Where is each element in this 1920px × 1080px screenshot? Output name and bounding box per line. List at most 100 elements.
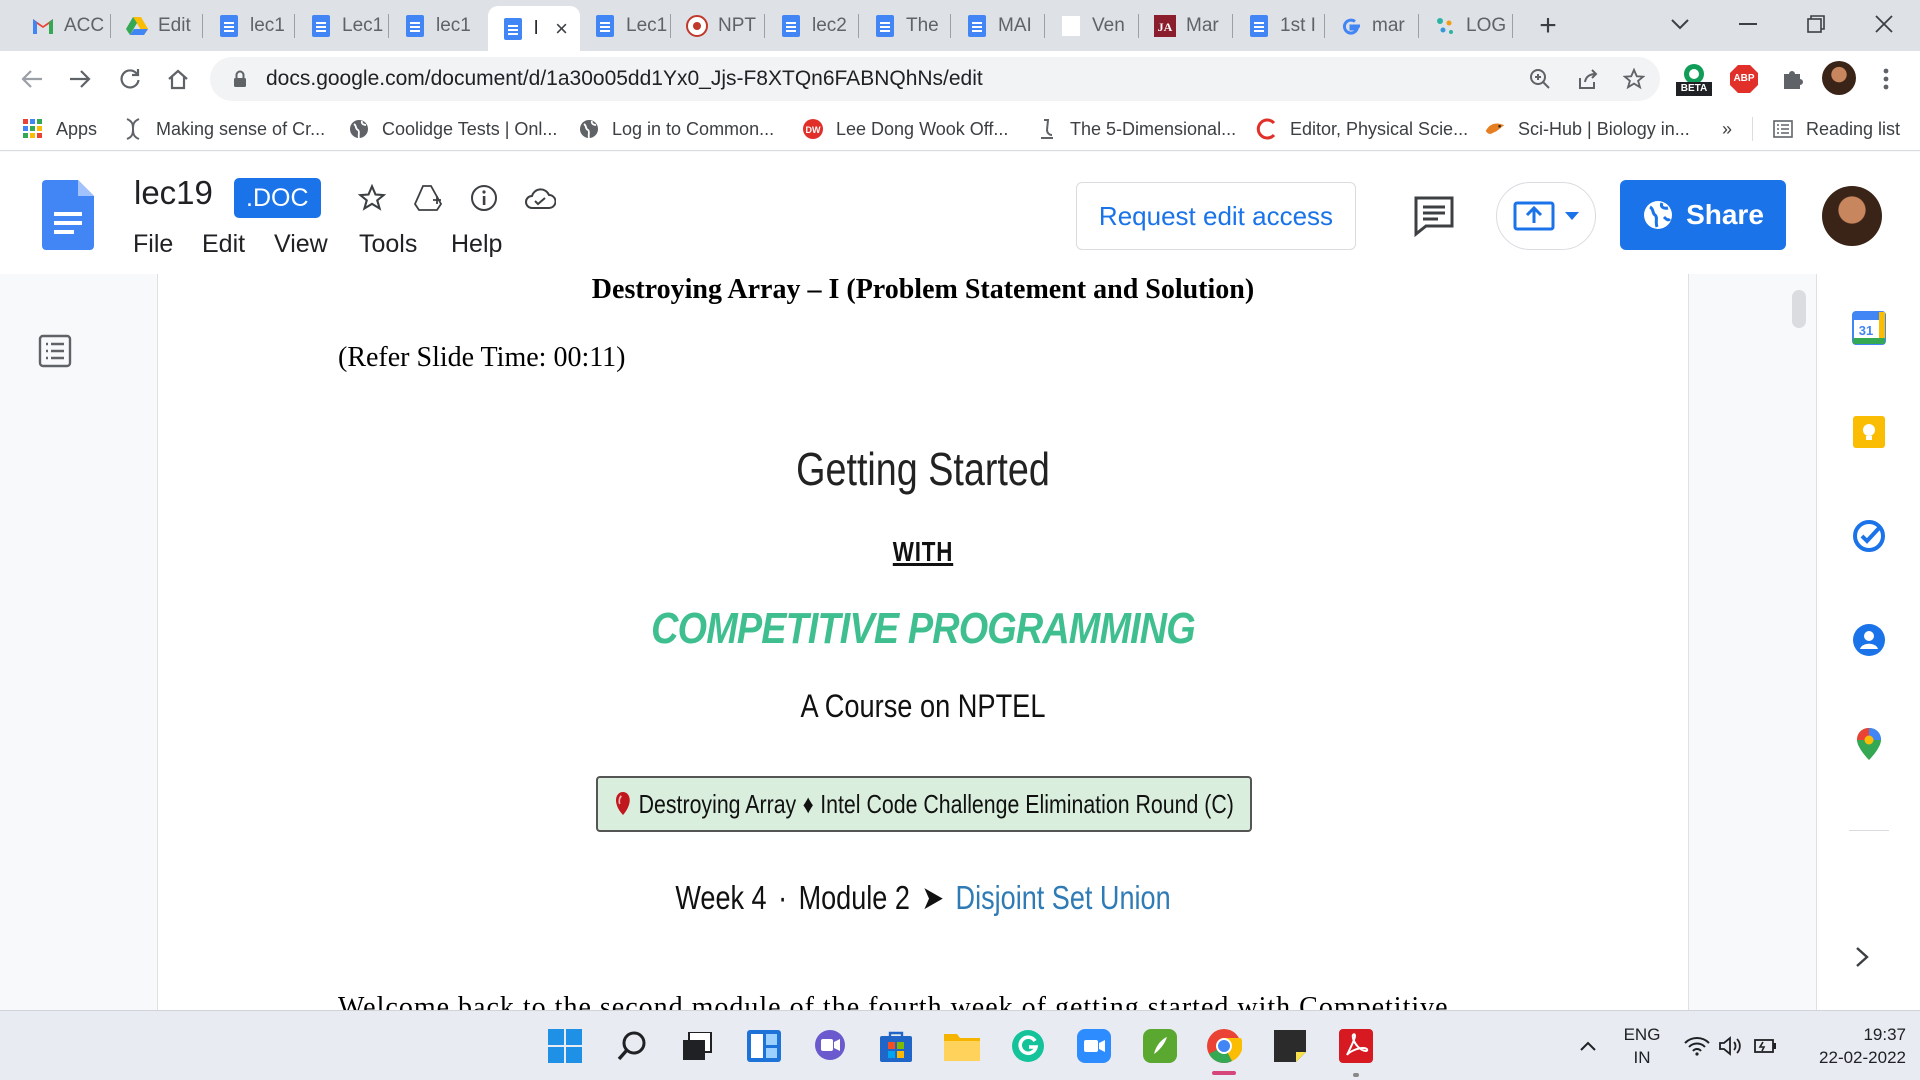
search-icon[interactable] [612, 1026, 652, 1066]
document-page[interactable]: Destroying Array – I (Problem Statement … [157, 274, 1689, 1010]
close-tab-icon[interactable]: × [555, 16, 568, 42]
bookmark-item[interactable]: Coolidge Tests | Onl... [348, 115, 557, 143]
browser-tab[interactable]: JA Mar [1140, 6, 1230, 45]
docs-icon [874, 14, 896, 37]
present-button[interactable] [1496, 182, 1596, 250]
bookmark-star-icon[interactable] [1620, 65, 1648, 93]
google-docs-logo-icon[interactable] [42, 180, 94, 250]
bookmark-item[interactable]: Editor, Physical Scie... [1256, 115, 1468, 143]
evernote-icon[interactable] [1140, 1026, 1180, 1066]
request-edit-access-button[interactable]: Request edit access [1076, 182, 1356, 250]
tab-separator [858, 14, 859, 38]
input-language-indicator[interactable]: ENG IN [1618, 1023, 1666, 1069]
browser-tab[interactable]: lec1 [204, 6, 292, 45]
adblock-extension-icon[interactable]: ABP [1726, 61, 1762, 97]
zoom-app-icon[interactable] [1074, 1026, 1114, 1066]
google-tasks-icon[interactable] [1851, 518, 1887, 554]
clock[interactable]: 19:37 22-02-2022 [1796, 1023, 1906, 1069]
bookmark-item[interactable]: Making sense of Cr... [122, 115, 325, 143]
bookmark-item[interactable]: Sci-Hub | Biology in... [1484, 115, 1690, 143]
tab-separator [950, 14, 951, 38]
document-title[interactable]: lec19 [134, 174, 213, 212]
reload-icon[interactable] [112, 61, 148, 97]
info-icon[interactable] [466, 180, 502, 216]
tab-active[interactable]: l × [488, 6, 580, 51]
browser-tab[interactable]: LOG [1420, 6, 1510, 45]
document-outline-icon[interactable] [38, 334, 72, 368]
share-page-icon[interactable] [1574, 65, 1602, 93]
browser-tab[interactable]: The [860, 6, 948, 45]
chrome-icon[interactable] [1204, 1026, 1244, 1066]
browser-tab-strip: + ACC Edit lec1 Lec1 lec1 l × Lec1 NPT lec2 The MAI… [0, 0, 1920, 51]
widgets-icon[interactable] [744, 1026, 784, 1066]
menu-edit[interactable]: Edit [202, 230, 245, 259]
browser-tab[interactable]: mar [1326, 6, 1416, 45]
file-explorer-icon[interactable] [942, 1026, 982, 1066]
back-arrow-icon[interactable] [14, 61, 50, 97]
browser-tab[interactable]: Lec1 [580, 6, 668, 45]
google-keep-icon[interactable] [1851, 414, 1887, 450]
windows-start-icon[interactable] [545, 1026, 585, 1066]
menu-file[interactable]: File [133, 230, 173, 259]
extensions-puzzle-icon[interactable] [1774, 61, 1810, 97]
wifi-icon[interactable] [1680, 1026, 1714, 1066]
home-icon[interactable] [160, 61, 196, 97]
restore-button[interactable] [1786, 6, 1846, 42]
bookmark-item[interactable]: Apps [22, 115, 97, 143]
google-maps-icon[interactable] [1851, 726, 1887, 762]
browser-tab[interactable]: lec1 [390, 6, 484, 45]
acrobat-reader-icon[interactable] [1336, 1026, 1376, 1066]
browser-tab[interactable]: Lec1 [296, 6, 386, 45]
browser-profile-avatar[interactable] [1822, 61, 1856, 95]
globe-icon [1644, 201, 1673, 229]
user-avatar[interactable] [1822, 186, 1882, 246]
address-bar[interactable]: docs.google.com/document/d/1a30o05dd1Yx0… [210, 57, 1660, 101]
browser-tab[interactable]: MAI [952, 6, 1042, 45]
task-view-icon[interactable] [678, 1026, 718, 1066]
browser-tab[interactable]: 1st I [1234, 6, 1322, 45]
comments-icon[interactable] [1412, 194, 1456, 238]
volume-icon[interactable] [1714, 1026, 1748, 1066]
reading-list-button[interactable]: Reading list [1772, 115, 1900, 143]
tab-label: Lec1 [342, 14, 384, 36]
bookmark-item[interactable]: Log in to Common... [578, 115, 774, 143]
beta-extension-icon[interactable]: BETA [1676, 61, 1712, 97]
bookmark-item[interactable]: The 5-Dimensional... [1036, 115, 1236, 143]
forward-arrow-icon[interactable] [62, 61, 98, 97]
tab-label: 1st I [1280, 14, 1316, 36]
browser-tab[interactable]: Edit [112, 6, 200, 45]
star-icon[interactable] [354, 180, 390, 216]
tab-search-chevron-icon[interactable] [1650, 6, 1710, 42]
browser-tab[interactable]: lec2 [766, 6, 856, 45]
new-tab-button[interactable]: + [1530, 8, 1566, 44]
teams-chat-icon[interactable] [810, 1026, 850, 1066]
browser-tab[interactable]: NPT [672, 6, 762, 45]
menu-help[interactable]: Help [451, 230, 502, 259]
browser-tab[interactable]: Ven [1046, 6, 1136, 45]
bookmark-item[interactable]: DW Lee Dong Wook Off... [802, 115, 1008, 143]
sticky-notes-icon[interactable] [1270, 1026, 1310, 1066]
windows-taskbar: ENG IN 19:37 22-02-2022 [0, 1010, 1920, 1080]
share-button[interactable]: Share [1620, 180, 1786, 250]
zoom-icon[interactable] [1526, 65, 1554, 93]
close-window-button[interactable] [1854, 6, 1914, 42]
url-text[interactable]: docs.google.com/document/d/1a30o05dd1Yx0… [266, 67, 983, 91]
microsoft-store-icon[interactable] [876, 1026, 916, 1066]
google-calendar-icon[interactable]: 31 [1851, 310, 1887, 346]
vertical-scrollbar-thumb[interactable] [1792, 290, 1806, 328]
cloud-saved-icon[interactable] [522, 180, 558, 216]
show-hidden-icons-chevron-icon[interactable] [1570, 1026, 1606, 1066]
menu-view[interactable]: View [274, 230, 328, 259]
body-paragraph: Welcome back to the second module of the… [338, 992, 1449, 1010]
google-contacts-icon[interactable] [1851, 622, 1887, 658]
expand-side-panel-icon[interactable] [1855, 942, 1869, 976]
browser-tab[interactable]: ACC [18, 6, 108, 45]
minimize-button[interactable] [1718, 6, 1778, 42]
browser-menu-icon[interactable] [1868, 61, 1904, 97]
lock-icon[interactable] [230, 68, 250, 90]
grammarly-icon[interactable] [1008, 1026, 1048, 1066]
menu-tools[interactable]: Tools [359, 230, 417, 259]
battery-charging-icon[interactable] [1748, 1026, 1782, 1066]
bookmarks-overflow-button[interactable]: » [1722, 115, 1732, 143]
move-to-drive-icon[interactable] [410, 180, 446, 216]
